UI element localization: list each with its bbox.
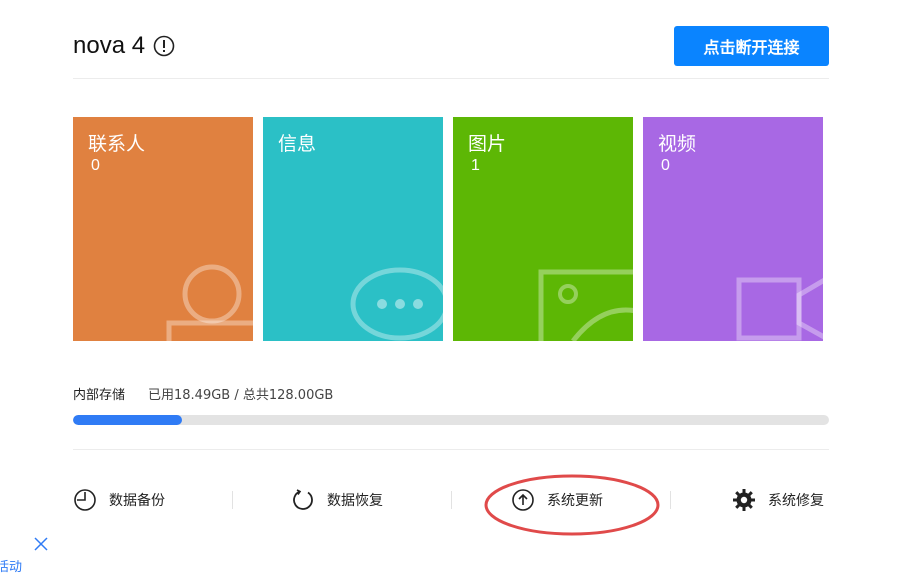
system-repair-button[interactable]: 系统修复 (732, 486, 824, 514)
tile-videos[interactable]: 视频 0 (643, 117, 823, 341)
tool-separator (451, 491, 452, 509)
disconnect-button[interactable]: 点击断开连接 (674, 26, 829, 66)
picture-icon (538, 269, 633, 341)
header-divider (73, 78, 829, 79)
tile-messages[interactable]: 信息 (263, 117, 443, 341)
close-icon[interactable] (34, 537, 48, 551)
tool-label: 数据备份 (109, 493, 165, 509)
tool-separator (670, 491, 671, 509)
data-restore-button[interactable]: 数据恢复 (291, 486, 383, 514)
phone-manager-panel: nova 4 点击断开连接 联系人 0 信息 图片 1 视频 0 内部存储 已用… (0, 0, 900, 573)
storage-divider (73, 449, 829, 450)
info-alert-icon[interactable] (153, 35, 175, 57)
tile-contacts[interactable]: 联系人 0 (73, 117, 253, 341)
backup-clock-icon (74, 489, 96, 511)
message-icon (350, 267, 443, 341)
video-icon (736, 277, 823, 341)
restore-icon (293, 489, 313, 510)
activity-link-partial[interactable]: 活动 (0, 556, 22, 573)
data-backup-button[interactable]: 数据备份 (73, 486, 165, 514)
highlight-annotation-circle (484, 474, 660, 536)
tile-pictures[interactable]: 图片 1 (453, 117, 633, 341)
storage-usage-text: 已用18.49GB / 总共128.00GB (148, 388, 334, 403)
gear-icon (733, 489, 755, 511)
storage-label: 内部存储 (73, 388, 126, 403)
tool-separator (232, 491, 233, 509)
contact-icon (166, 264, 253, 341)
device-name-label: nova 4 (73, 32, 146, 59)
storage-progress-bar (73, 415, 829, 425)
tool-label: 数据恢复 (327, 493, 383, 509)
tool-label: 系统修复 (768, 493, 824, 509)
device-title: nova 4 (73, 32, 175, 60)
storage-progress-fill (73, 415, 183, 425)
